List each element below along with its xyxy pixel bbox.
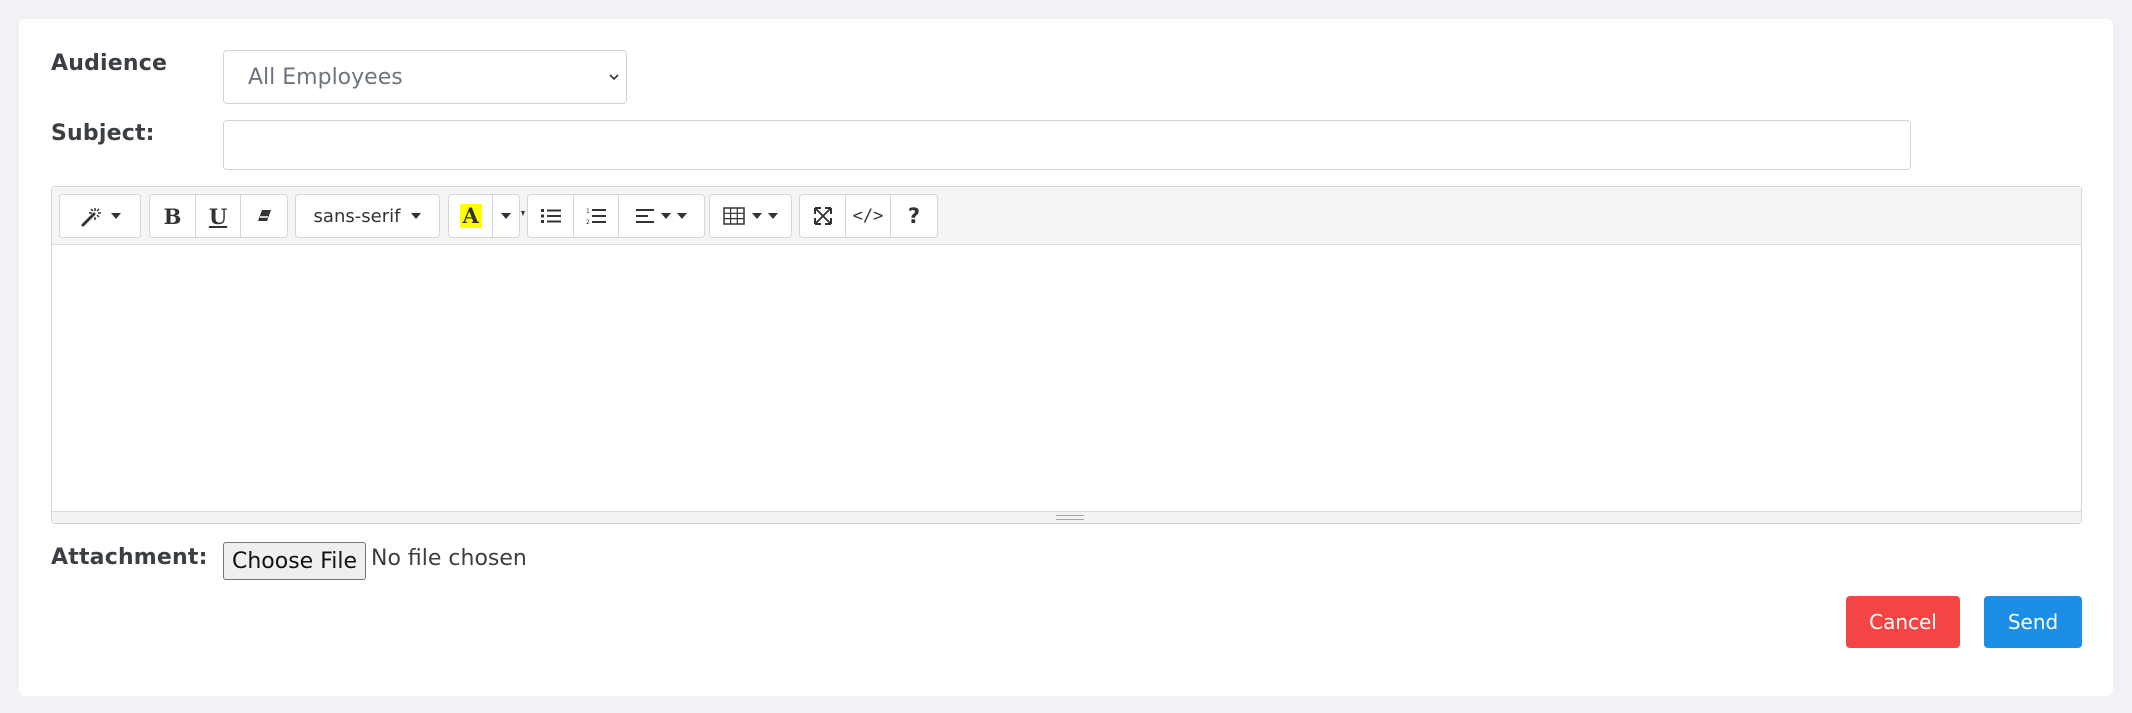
chevron-down-icon (609, 74, 619, 81)
compose-card: Audience All Employees Subject: B U sans… (19, 19, 2113, 696)
editor-toolbar: B U sans-serif A 1 2 </> ? (52, 187, 2081, 245)
color-dropdown-button[interactable] (493, 195, 519, 237)
expand-icon (813, 207, 832, 225)
caret-down-icon (752, 213, 762, 219)
choose-file-button[interactable]: Choose File (223, 542, 366, 580)
cancel-button[interactable]: Cancel (1846, 596, 1960, 648)
font-family-dropdown[interactable]: sans-serif (296, 195, 439, 237)
highlight-a-icon: A (459, 204, 482, 228)
font-style-group: B U (149, 194, 288, 238)
unordered-list-icon (540, 209, 561, 223)
svg-text:1: 1 (586, 208, 590, 215)
rich-text-editor: B U sans-serif A 1 2 </> ? (51, 186, 2082, 524)
paragraph-align-dropdown[interactable] (619, 195, 704, 237)
subject-label: Subject: (51, 121, 155, 146)
caret-fragment-icon (521, 211, 525, 219)
unordered-list-button[interactable] (528, 195, 574, 237)
file-status-text: No file chosen (371, 546, 527, 571)
audience-label: Audience (51, 51, 168, 76)
align-left-icon (636, 209, 654, 223)
ordered-list-icon: 1 2 (586, 208, 606, 225)
underline-button[interactable]: U (196, 195, 241, 237)
caret-down-icon (661, 213, 671, 219)
highlight-color-button[interactable]: A (449, 195, 494, 237)
code-view-button[interactable]: </> (846, 195, 891, 237)
ordered-list-button[interactable]: 1 2 (574, 195, 619, 237)
list-group: 1 2 (527, 194, 705, 238)
color-group: A (448, 194, 520, 238)
audience-select[interactable]: All Employees (223, 50, 627, 104)
editor-content-area[interactable] (52, 245, 2081, 511)
caret-down-icon (110, 213, 121, 219)
bold-button[interactable]: B (150, 195, 196, 237)
send-button[interactable]: Send (1984, 596, 2082, 648)
editor-resize-bar[interactable] (52, 511, 2081, 523)
table-icon (723, 207, 745, 225)
table-group (709, 194, 792, 238)
resize-grip-icon[interactable] (1056, 515, 1084, 520)
caret-down-icon (411, 213, 422, 219)
attachment-label: Attachment: (51, 545, 208, 570)
magic-wand-icon (81, 208, 101, 227)
view-group: </> ? (799, 194, 938, 238)
font-family-group: sans-serif (295, 194, 440, 238)
caret-down-icon (768, 213, 778, 219)
font-family-value: sans-serif (313, 205, 401, 227)
clear-format-button[interactable] (241, 195, 287, 237)
caret-down-icon (501, 213, 512, 219)
help-button[interactable]: ? (891, 195, 937, 237)
table-dropdown[interactable] (710, 195, 791, 237)
audience-select-value: All Employees (248, 64, 403, 90)
style-dropdown-button[interactable] (60, 195, 140, 237)
svg-text:2: 2 (586, 219, 590, 225)
caret-down-icon (677, 213, 687, 219)
style-group (59, 194, 141, 238)
eraser-icon (258, 210, 271, 221)
subject-input[interactable] (223, 120, 1911, 170)
fullscreen-button[interactable] (800, 195, 846, 237)
